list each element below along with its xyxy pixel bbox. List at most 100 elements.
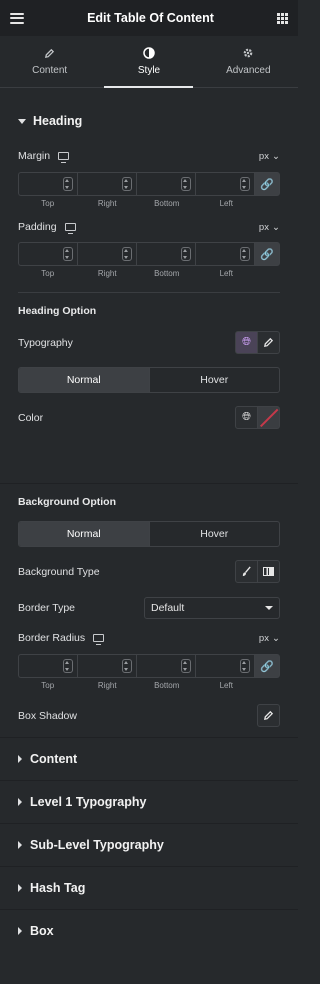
dim-label-top: Top	[41, 269, 55, 278]
tab-normal[interactable]: Normal	[19, 368, 149, 392]
border-type-select[interactable]: Default	[144, 597, 280, 619]
padding-left-input[interactable]	[195, 242, 254, 266]
collapsed-sections: Content Level 1 Typography Sub-Level Typ…	[0, 737, 298, 952]
tab-content[interactable]: Content	[0, 36, 99, 87]
hamburger-menu-icon[interactable]	[10, 12, 24, 24]
padding-label: Padding	[18, 221, 57, 233]
editor-header: Edit Table Of Content	[0, 0, 298, 36]
divider	[18, 292, 280, 293]
caret-right-icon	[18, 755, 22, 763]
padding-inputs: 🔗	[18, 242, 280, 266]
chevron-down-icon: ⌄	[272, 151, 280, 162]
global-color-button[interactable]: 🌐︎	[235, 406, 258, 429]
background-type-label: Background Type	[18, 565, 100, 578]
tab-style[interactable]: Style	[99, 36, 198, 88]
border-type-value: Default	[151, 602, 185, 614]
stepper-icon[interactable]	[181, 247, 191, 261]
section-hash-tag[interactable]: Hash Tag	[0, 866, 298, 909]
tab-normal[interactable]: Normal	[19, 522, 149, 546]
dim-label-left: Left	[219, 681, 233, 690]
stepper-icon[interactable]	[63, 177, 73, 191]
link-values-button[interactable]: 🔗	[254, 172, 280, 196]
padding-unit-select[interactable]: px	[259, 222, 269, 233]
dim-label-left: Left	[219, 199, 233, 208]
box-shadow-control: Box Shadow	[0, 704, 298, 727]
margin-left-input[interactable]	[195, 172, 254, 196]
tab-advanced[interactable]: Advanced	[199, 36, 298, 87]
stepper-icon[interactable]	[122, 177, 132, 191]
heading-section-toggle[interactable]: Heading	[0, 114, 298, 128]
brush-icon	[242, 566, 251, 577]
link-icon: 🔗	[260, 248, 274, 261]
section-content-title: Content	[30, 752, 78, 766]
link-values-button[interactable]: 🔗	[254, 654, 280, 678]
padding-top-input[interactable]	[18, 242, 77, 266]
stepper-icon[interactable]	[181, 659, 191, 673]
stepper-icon[interactable]	[63, 659, 73, 673]
stepper-icon[interactable]	[240, 247, 250, 261]
section-sub-level-typography-title: Sub-Level Typography	[30, 838, 164, 852]
margin-inputs: 🔗	[18, 172, 280, 196]
dim-label-top: Top	[41, 681, 55, 690]
gradient-background-button[interactable]	[258, 560, 280, 583]
apps-grid-icon[interactable]	[277, 12, 288, 24]
dim-label-right: Right	[97, 269, 117, 278]
panel-title: Edit Table Of Content	[87, 11, 214, 25]
contrast-icon	[143, 47, 155, 59]
global-typography-button[interactable]: 🌐︎	[235, 331, 258, 354]
dim-label-left: Left	[219, 269, 233, 278]
heading-state-toggle: Normal Hover	[18, 367, 280, 393]
edit-box-shadow-button[interactable]	[257, 704, 280, 727]
section-sub-level-typography[interactable]: Sub-Level Typography	[0, 823, 298, 866]
padding-bottom-input[interactable]	[136, 242, 195, 266]
stepper-icon[interactable]	[122, 247, 132, 261]
dim-label-right: Right	[97, 681, 117, 690]
padding-right-input[interactable]	[77, 242, 136, 266]
pencil-icon	[264, 337, 274, 347]
classic-background-button[interactable]	[235, 560, 258, 583]
globe-icon: 🌐︎	[242, 336, 251, 348]
tab-content-label: Content	[32, 64, 68, 76]
margin-label: Margin	[18, 150, 51, 162]
section-level-1-typography[interactable]: Level 1 Typography	[0, 780, 298, 823]
margin-top-input[interactable]	[18, 172, 77, 196]
stepper-icon[interactable]	[122, 659, 132, 673]
tab-hover[interactable]: Hover	[148, 522, 280, 546]
pencil-icon	[264, 710, 274, 720]
gear-icon	[244, 48, 253, 58]
tab-hover[interactable]: Hover	[148, 368, 280, 392]
section-box-title: Box	[30, 924, 54, 938]
stepper-icon[interactable]	[63, 247, 73, 261]
stepper-icon[interactable]	[240, 659, 250, 673]
link-icon: 🔗	[260, 660, 274, 673]
section-hash-tag-title: Hash Tag	[30, 881, 86, 895]
monitor-icon[interactable]	[64, 223, 76, 235]
color-control: Color 🌐︎	[0, 406, 298, 429]
radius-left-input[interactable]	[195, 654, 254, 678]
margin-bottom-input[interactable]	[136, 172, 195, 196]
margin-right-input[interactable]	[77, 172, 136, 196]
pencil-icon	[45, 48, 55, 58]
border-radius-control: Border Radius px ⌄	[0, 632, 298, 646]
border-type-label: Border Type	[18, 602, 76, 614]
color-label: Color	[18, 411, 44, 424]
heading-section-title: Heading	[33, 114, 83, 128]
stepper-icon[interactable]	[240, 177, 250, 191]
globe-icon: 🌐︎	[242, 411, 251, 423]
margin-unit-select[interactable]: px	[259, 151, 269, 162]
stepper-icon[interactable]	[181, 177, 191, 191]
link-values-button[interactable]: 🔗	[254, 242, 280, 266]
border-radius-unit-select[interactable]: px	[259, 633, 269, 644]
color-picker-swatch[interactable]	[258, 406, 280, 429]
edit-typography-button[interactable]	[258, 331, 280, 354]
radius-top-input[interactable]	[18, 654, 77, 678]
monitor-icon[interactable]	[58, 152, 70, 164]
tab-style-label: Style	[137, 65, 161, 76]
border-radius-dim-labels: Top Right Bottom Left	[18, 681, 280, 690]
section-box[interactable]: Box	[0, 909, 298, 952]
box-shadow-label: Box Shadow	[18, 709, 77, 722]
section-content[interactable]: Content	[0, 737, 298, 780]
radius-right-input[interactable]	[77, 654, 136, 678]
monitor-icon[interactable]	[93, 634, 105, 646]
radius-bottom-input[interactable]	[136, 654, 195, 678]
